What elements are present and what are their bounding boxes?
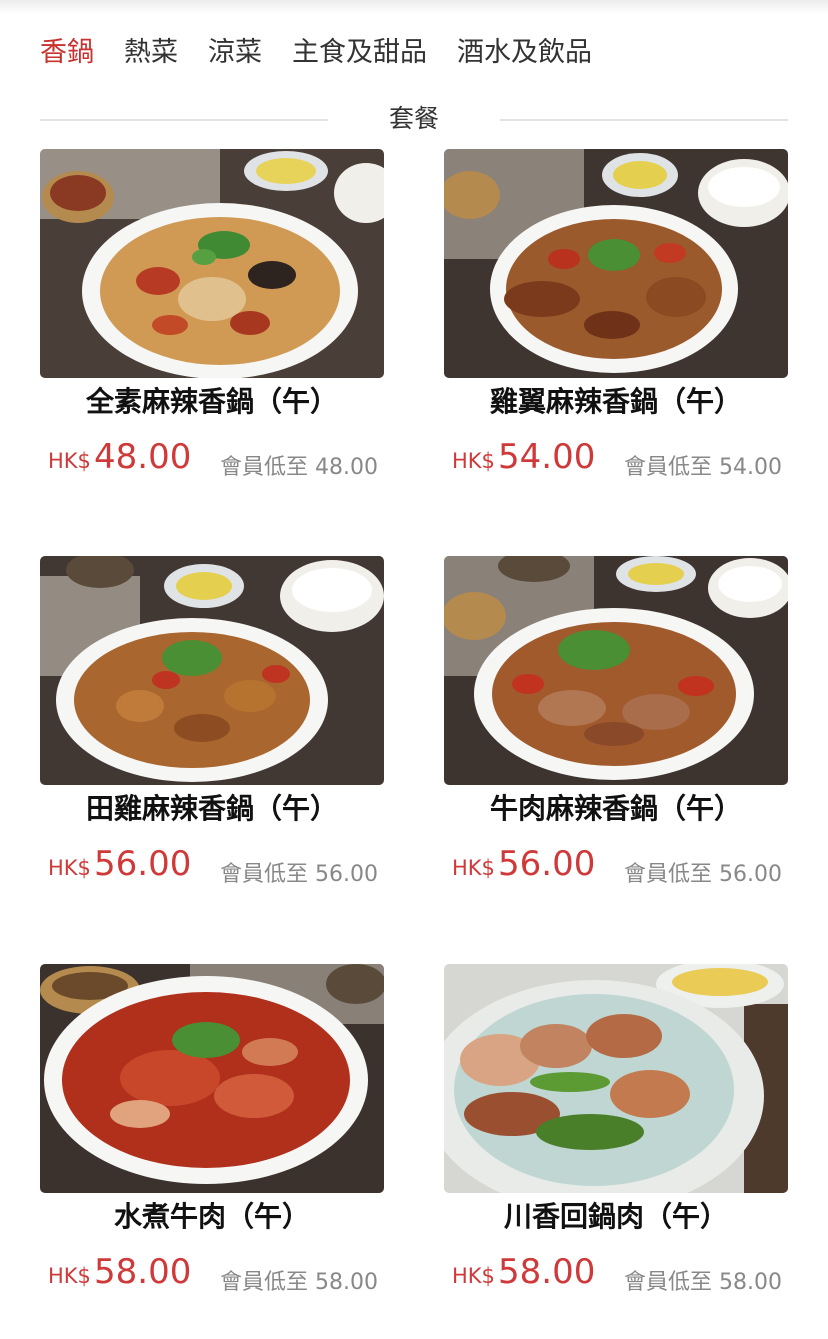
dish-card[interactable]: 田雞麻辣香鍋（午） HK$ 56.00 會員低至 56.00 bbox=[40, 556, 384, 916]
section-divider-right bbox=[500, 119, 788, 121]
price-row: HK$ 48.00 會員低至 48.00 bbox=[48, 435, 384, 485]
dish-photo[interactable] bbox=[444, 964, 788, 1193]
tab-cold-dishes[interactable]: 涼菜 bbox=[208, 28, 262, 78]
member-price: 會員低至 54.00 bbox=[624, 449, 782, 481]
dish-card[interactable]: 水煮牛肉（午） HK$ 58.00 會員低至 58.00 bbox=[40, 964, 384, 1324]
member-label: 會員低至 bbox=[624, 455, 713, 480]
member-price: 會員低至 56.00 bbox=[220, 856, 378, 888]
dish-card[interactable]: 雞翼麻辣香鍋（午） HK$ 54.00 會員低至 54.00 bbox=[444, 149, 788, 509]
member-price: 會員低至 58.00 bbox=[624, 1264, 782, 1296]
price-row: HK$ 56.00 會員低至 56.00 bbox=[48, 842, 384, 892]
dish-card[interactable]: 全素麻辣香鍋（午） HK$ 48.00 會員低至 48.00 bbox=[40, 149, 384, 509]
dish-name: 川香回鍋肉（午） bbox=[503, 1200, 728, 1233]
currency-label: HK$ bbox=[452, 856, 495, 880]
price-row: HK$ 58.00 會員低至 58.00 bbox=[452, 1250, 788, 1300]
dish-price: 48.00 bbox=[94, 437, 192, 477]
member-label: 會員低至 bbox=[624, 1270, 713, 1295]
top-shadow bbox=[0, 0, 828, 14]
tab-hot-dishes[interactable]: 熱菜 bbox=[124, 28, 178, 78]
dish-card[interactable]: 牛肉麻辣香鍋（午） HK$ 56.00 會員低至 56.00 bbox=[444, 556, 788, 916]
member-price-value: 56.00 bbox=[719, 862, 782, 887]
dish-price: 58.00 bbox=[498, 1252, 596, 1292]
tab-drinks[interactable]: 酒水及飲品 bbox=[457, 28, 592, 78]
member-price-value: 58.00 bbox=[315, 1270, 378, 1295]
member-label: 會員低至 bbox=[220, 1270, 309, 1295]
dish-price: 56.00 bbox=[498, 844, 596, 884]
section-header: 套餐 bbox=[40, 100, 788, 138]
currency-label: HK$ bbox=[48, 449, 91, 473]
dish-price: 58.00 bbox=[94, 1252, 192, 1292]
dish-name: 全素麻辣香鍋（午） bbox=[85, 385, 338, 418]
member-price-value: 48.00 bbox=[315, 455, 378, 480]
dish-name: 雞翼麻辣香鍋（午） bbox=[489, 385, 742, 418]
price-row: HK$ 58.00 會員低至 58.00 bbox=[48, 1250, 384, 1300]
dish-photo[interactable] bbox=[444, 556, 788, 785]
tab-staples-desserts[interactable]: 主食及甜品 bbox=[292, 28, 427, 78]
member-label: 會員低至 bbox=[220, 455, 309, 480]
member-price-value: 56.00 bbox=[315, 862, 378, 887]
currency-label: HK$ bbox=[452, 1264, 495, 1288]
price-row: HK$ 54.00 會員低至 54.00 bbox=[452, 435, 788, 485]
dish-name: 水煮牛肉（午） bbox=[113, 1200, 310, 1233]
member-label: 會員低至 bbox=[624, 862, 713, 887]
currency-label: HK$ bbox=[48, 1264, 91, 1288]
member-label: 會員低至 bbox=[220, 862, 309, 887]
dish-price: 56.00 bbox=[94, 844, 192, 884]
member-price: 會員低至 58.00 bbox=[220, 1264, 378, 1296]
member-price-value: 58.00 bbox=[719, 1270, 782, 1295]
tab-hotpot[interactable]: 香鍋 bbox=[40, 28, 94, 78]
dish-name: 牛肉麻辣香鍋（午） bbox=[489, 792, 742, 825]
member-price: 會員低至 48.00 bbox=[220, 449, 378, 481]
member-price: 會員低至 56.00 bbox=[624, 856, 782, 888]
member-price-value: 54.00 bbox=[719, 455, 782, 480]
dish-photo[interactable] bbox=[444, 149, 788, 378]
dish-photo[interactable] bbox=[40, 556, 384, 785]
dish-card[interactable]: 川香回鍋肉（午） HK$ 58.00 會員低至 58.00 bbox=[444, 964, 788, 1324]
category-tabs: 香鍋 熱菜 涼菜 主食及甜品 酒水及飲品 bbox=[40, 28, 622, 78]
dish-photo[interactable] bbox=[40, 964, 384, 1193]
menu-page: 香鍋 熱菜 涼菜 主食及甜品 酒水及飲品 套餐 全素麻辣香鍋（午） HK$ 48… bbox=[0, 0, 828, 1339]
dish-name: 田雞麻辣香鍋（午） bbox=[85, 792, 338, 825]
currency-label: HK$ bbox=[452, 449, 495, 473]
dish-photo[interactable] bbox=[40, 149, 384, 378]
currency-label: HK$ bbox=[48, 856, 91, 880]
price-row: HK$ 56.00 會員低至 56.00 bbox=[452, 842, 788, 892]
dish-price: 54.00 bbox=[498, 437, 596, 477]
